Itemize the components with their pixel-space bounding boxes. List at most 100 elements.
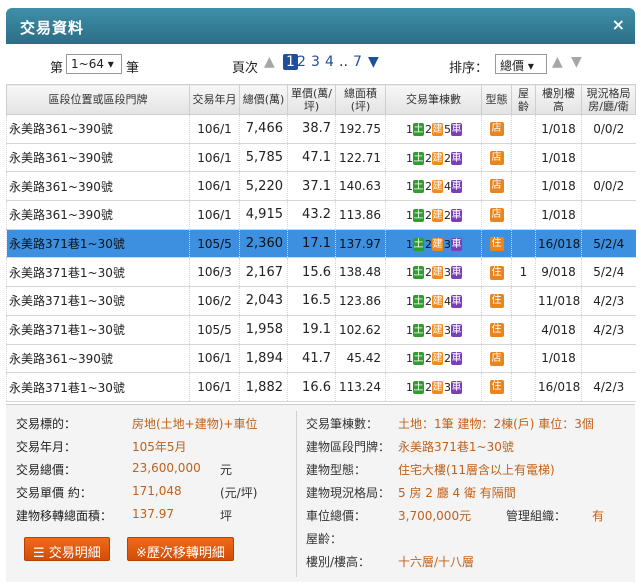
cell-floor: 1/018 bbox=[535, 114, 582, 144]
col-layout[interactable]: 現況格局房/廳/衛 bbox=[581, 84, 636, 115]
type-badge-icon: 住 bbox=[489, 380, 504, 395]
cell-count: 1土 2建 2車 bbox=[385, 200, 482, 230]
count-bld: 2 bbox=[425, 266, 432, 280]
cell-count: 1土 2建 3車 bbox=[385, 257, 482, 288]
count-car: 3 bbox=[444, 237, 451, 251]
cell-total: 1,894 bbox=[239, 344, 288, 374]
col-count[interactable]: 交易筆棟數 bbox=[385, 84, 482, 115]
sort-label: 排序： bbox=[449, 61, 489, 76]
table-row[interactable]: 永美路371巷1~30號 106/1 1,882 16.6 113.24 1土 2建 3車住 1… bbox=[6, 372, 636, 402]
table-row[interactable]: 永美路361~390號 106/1 4,915 43.2 113.86 1土 2建 2車店 1/… bbox=[6, 200, 636, 230]
cell-count: 1土 2建 2車 bbox=[385, 143, 482, 173]
cell-date: 106/2 bbox=[189, 286, 240, 316]
history-transfer-button[interactable]: ※歷次移轉明細 bbox=[127, 537, 234, 561]
land-badge-icon: 土 bbox=[413, 352, 424, 366]
detail-unit: 坪 bbox=[220, 509, 233, 523]
cell-age bbox=[511, 143, 536, 173]
parking-badge-icon: 車 bbox=[451, 151, 462, 165]
cell-total: 2,167 bbox=[239, 257, 288, 288]
cell-date: 106/1 bbox=[189, 344, 240, 374]
prev-page-icon[interactable]: ▲ bbox=[264, 54, 275, 70]
type-badge-icon: 店 bbox=[489, 179, 504, 194]
land-badge-icon: 土 bbox=[413, 208, 424, 222]
parking-badge-icon: 車 bbox=[451, 208, 462, 222]
table-row[interactable]: 永美路361~390號 106/1 5,785 47.1 122.71 1土 2建 2車店 1/… bbox=[6, 143, 636, 173]
table-row[interactable]: 永美路371巷1~30號 105/5 1,958 19.1 102.62 1土 2建 3車住 4… bbox=[6, 315, 636, 345]
cell-area: 113.86 bbox=[335, 200, 386, 230]
list-icon: ☰ bbox=[33, 546, 45, 561]
cell-unit-price: 38.7 bbox=[287, 114, 336, 144]
cell-floor: 4/018 bbox=[535, 315, 582, 345]
cell-unit-price: 47.1 bbox=[287, 143, 336, 173]
type-badge-icon: 店 bbox=[489, 122, 504, 137]
col-type[interactable]: 型態 bbox=[481, 84, 512, 115]
cell-age bbox=[511, 114, 536, 144]
sort-desc-icon[interactable]: ▼ bbox=[571, 54, 582, 70]
cell-address: 永美路361~390號 bbox=[6, 171, 190, 202]
table-row[interactable]: 永美路371巷1~30號 106/3 2,167 15.6 138.48 1土 2建 3車住 1… bbox=[6, 257, 636, 288]
table-row[interactable]: 永美路371巷1~30號 106/2 2,043 16.5 123.86 1土 2建 4車住 1… bbox=[6, 286, 636, 316]
cell-floor: 1/018 bbox=[535, 200, 582, 230]
cell-address: 永美路361~390號 bbox=[6, 114, 190, 144]
detail-item: 交易總價： bbox=[16, 463, 77, 477]
col-date[interactable]: 交易年月 bbox=[189, 84, 240, 115]
cell-total: 7,466 bbox=[239, 114, 288, 144]
type-badge-icon: 住 bbox=[489, 322, 504, 337]
col-floor[interactable]: 樓別樓高 bbox=[535, 84, 582, 115]
cell-total: 2,360 bbox=[239, 229, 288, 259]
land-badge-icon: 土 bbox=[413, 266, 424, 280]
cell-area: 123.86 bbox=[335, 286, 386, 316]
col-unit[interactable]: 單價(萬/坪) bbox=[287, 84, 336, 115]
table-row[interactable]: 永美路361~390號 106/1 5,220 37.1 140.63 1土 2建 4車店 1/… bbox=[6, 171, 636, 202]
count-land: 1 bbox=[406, 122, 413, 136]
detail-item: 屋齡： bbox=[306, 532, 343, 546]
page-7[interactable]: 7 bbox=[353, 54, 362, 70]
page-1[interactable]: 1 bbox=[283, 54, 298, 70]
cell-area: 45.42 bbox=[335, 344, 386, 374]
range-select[interactable]: 1~64 ▾ bbox=[66, 54, 122, 74]
parking-badge-icon: 車 bbox=[451, 323, 462, 337]
table-row[interactable]: 永美路361~390號 106/1 1,894 41.7 45.42 1土 2建 2車店 1/0… bbox=[6, 344, 636, 374]
close-icon[interactable]: × bbox=[612, 15, 625, 34]
next-page-icon[interactable]: ▼ bbox=[368, 54, 379, 70]
cell-area: 122.71 bbox=[335, 143, 386, 173]
cell-count: 1土 2建 4車 bbox=[385, 171, 482, 202]
col-area[interactable]: 總面積(坪) bbox=[335, 84, 386, 115]
cell-type: 店 bbox=[481, 344, 512, 374]
page-2[interactable]: 2 bbox=[297, 54, 306, 70]
detail-item: 交易單價 約： bbox=[16, 486, 92, 500]
window-title: 交易資料 bbox=[20, 19, 85, 37]
detail-value: 有 bbox=[592, 509, 605, 523]
building-badge-icon: 建 bbox=[432, 237, 443, 251]
table-row[interactable]: 永美路361~390號 106/1 7,466 38.7 192.75 1土 2建 5車店 1/… bbox=[6, 114, 636, 144]
land-badge-icon: 土 bbox=[413, 294, 424, 308]
table-row[interactable]: 永美路371巷1~30號 105/5 2,360 17.1 137.97 1土 2建 3車住 1… bbox=[6, 229, 636, 259]
col-address[interactable]: 區段位置或區段門牌 bbox=[6, 84, 190, 115]
cell-date: 106/3 bbox=[189, 257, 240, 288]
sort-select[interactable]: 總價 ▾ bbox=[495, 54, 547, 74]
col-total[interactable]: 總價(萬) bbox=[239, 84, 288, 115]
cell-address: 永美路371巷1~30號 bbox=[6, 257, 190, 288]
cell-type: 店 bbox=[481, 143, 512, 173]
cell-age bbox=[511, 171, 536, 202]
detail-value: 房地(土地+建物)+車位 bbox=[132, 417, 258, 431]
detail-value: 171,048 bbox=[132, 484, 182, 498]
cell-type: 住 bbox=[481, 257, 512, 288]
count-land: 1 bbox=[406, 381, 413, 395]
col-age[interactable]: 屋齡 bbox=[511, 84, 536, 115]
cell-floor: 16/018 bbox=[535, 372, 582, 402]
transaction-detail-button[interactable]: ☰ 交易明細 bbox=[24, 537, 110, 561]
sort-asc-icon[interactable]: ▲ bbox=[552, 54, 563, 70]
cell-age bbox=[511, 229, 536, 259]
cell-count: 1土 2建 2車 bbox=[385, 344, 482, 374]
page-3[interactable]: 3 bbox=[311, 54, 320, 70]
detail-value: 3,700,000元 bbox=[398, 509, 472, 523]
cell-type: 住 bbox=[481, 372, 512, 402]
parking-badge-icon: 車 bbox=[451, 122, 462, 136]
page-4[interactable]: 4 bbox=[325, 54, 334, 70]
parking-badge-icon: 車 bbox=[451, 294, 462, 308]
count-car: 5 bbox=[444, 122, 451, 136]
detail-value: 永美路371巷1~30號 bbox=[398, 440, 514, 454]
cell-layout bbox=[581, 200, 636, 230]
cell-unit-price: 19.1 bbox=[287, 315, 336, 345]
